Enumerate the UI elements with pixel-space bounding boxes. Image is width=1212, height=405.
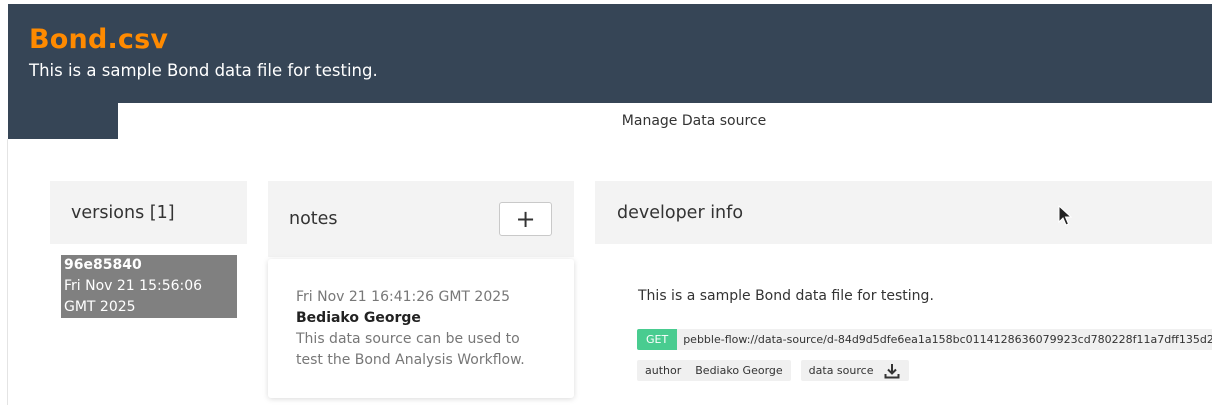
api-endpoint-row: GET pebble-flow://data-source/d-84d9d5df… <box>637 329 1212 350</box>
plus-icon: + <box>515 205 536 233</box>
add-note-button[interactable]: + <box>499 202 552 236</box>
note-text: This data source can be used to test the… <box>296 331 525 368</box>
endpoint-url[interactable]: pebble-flow://data-source/d-84d9d5dfe6ea… <box>677 329 1212 350</box>
http-method-badge: GET <box>637 329 678 350</box>
author-key: author <box>645 364 682 377</box>
notes-header: notes + <box>268 181 574 257</box>
page-subtitle: This is a sample Bond data file for test… <box>29 61 378 80</box>
note-card: Fri Nov 21 16:41:26 GMT 2025 Bediako Geo… <box>268 259 574 398</box>
version-item[interactable]: 96e85840 Fri Nov 21 15:56:06 GMT 2025 <box>61 255 237 318</box>
notes-title: notes <box>289 209 338 229</box>
tab-label: Manage Data source <box>621 113 767 129</box>
content-left-border <box>7 139 8 405</box>
author-value: Bediako George <box>695 364 783 377</box>
author-tag: author Bediako George <box>637 360 791 381</box>
developer-info-header: developer info <box>595 181 1212 244</box>
developer-info-title: developer info <box>617 202 744 223</box>
page-title: Bond.csv <box>29 24 169 55</box>
note-author: Bediako George <box>296 310 421 326</box>
download-icon[interactable] <box>883 362 901 380</box>
meta-tags: author Bediako George data source <box>637 360 919 381</box>
versions-header: versions [1] <box>50 181 247 244</box>
versions-title: versions [1] <box>71 202 175 223</box>
mouse-cursor-icon <box>1058 204 1073 231</box>
data-source-tag: data source <box>800 360 910 381</box>
developer-description: This is a sample Bond data file for test… <box>638 288 934 304</box>
version-id: 96e85840 <box>64 257 142 273</box>
note-date: Fri Nov 21 16:41:26 GMT 2025 <box>296 289 511 305</box>
tab-manage-data-source[interactable]: Manage Data source <box>118 103 1212 139</box>
version-date: Fri Nov 21 15:56:06 GMT 2025 <box>64 278 203 315</box>
data-source-label: data source <box>808 364 874 377</box>
